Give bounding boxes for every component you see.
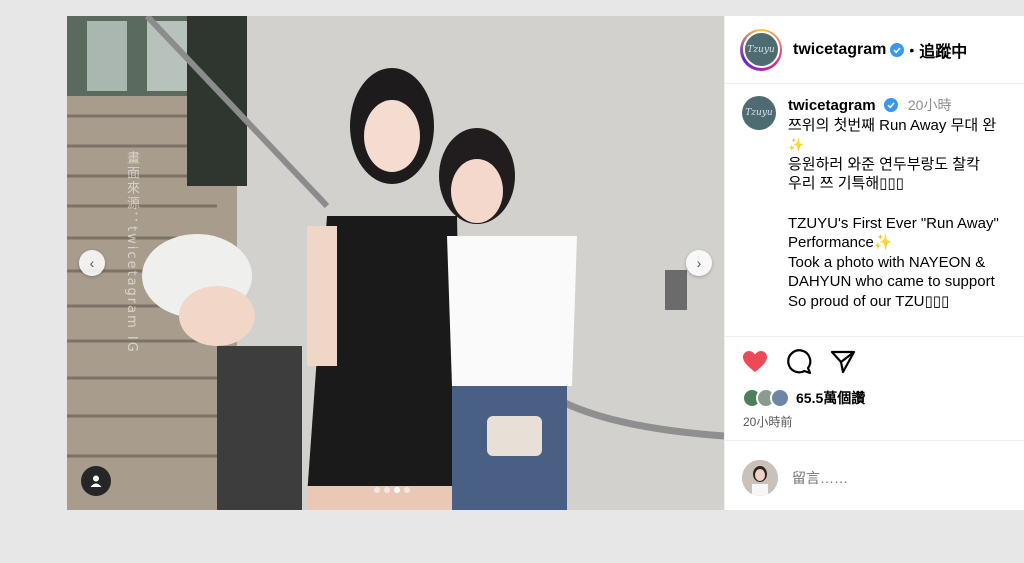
caption-line: ✨ <box>788 137 805 153</box>
current-user-avatar <box>742 460 778 496</box>
caption-line: DAHYUN who came to support <box>788 273 995 291</box>
caption-line: 우리 쯔 기특해▯▯▯ <box>788 175 904 193</box>
carousel-dot <box>404 487 410 493</box>
caption-line: Performance✨ <box>788 234 893 252</box>
tagged-users-button[interactable] <box>81 466 111 496</box>
header-username[interactable]: twicetagram <box>793 41 886 59</box>
image-watermark: 畫面來源：twicetagram IG <box>124 151 139 354</box>
carousel-dot <box>374 487 380 493</box>
caption-line <box>788 194 1024 214</box>
caption-line: 쯔위의 첫번째 Run Away 무대 완 <box>788 116 997 134</box>
post-actions <box>742 349 856 375</box>
liker-avatar <box>770 388 790 408</box>
avatar-photo <box>742 460 778 496</box>
caption-username[interactable]: twicetagram <box>788 97 876 114</box>
likes-count[interactable]: 65.5萬個讚 <box>796 388 865 408</box>
story-ring[interactable]: Tzuyu <box>740 28 782 71</box>
carousel-dot-active <box>394 487 400 493</box>
chevron-left-icon: ‹ <box>89 255 95 271</box>
header-separator: • <box>909 41 915 58</box>
chevron-right-icon: › <box>696 255 702 271</box>
post-image <box>67 16 724 510</box>
following-button[interactable]: 追蹤中 <box>919 38 967 62</box>
previous-photo-button[interactable]: ‹ <box>79 250 105 276</box>
comment-bar <box>742 460 992 496</box>
comment-icon[interactable] <box>786 349 812 375</box>
caption-avatar[interactable]: Tzuyu <box>742 96 776 130</box>
caption-line: So proud of our TZU▯▯▯ <box>788 292 950 310</box>
next-photo-button[interactable]: › <box>686 250 712 276</box>
post-timestamp: 20小時前 <box>743 415 793 429</box>
verified-badge-icon <box>883 98 898 112</box>
share-icon[interactable] <box>830 350 856 374</box>
caption-line: Took a photo with NAYEON & <box>788 253 986 271</box>
user-icon <box>90 475 102 487</box>
heart-icon[interactable] <box>742 350 768 374</box>
carousel-indicator <box>374 487 410 493</box>
likes-row[interactable]: 65.5萬個讚 <box>742 388 865 408</box>
divider <box>725 336 1024 337</box>
avatar: Tzuyu <box>742 31 780 68</box>
post-side-panel: Tzuyu twicetagram • 追蹤中 Tzuyu twicetagra… <box>724 16 1024 510</box>
post-photo[interactable]: 畫面來源：twicetagram IG <box>67 16 724 510</box>
comment-input[interactable] <box>792 470 992 486</box>
divider <box>725 440 1024 441</box>
post-caption: Tzuyu twicetagram 20小時 쯔위의 첫번째 Run Away … <box>742 96 1024 312</box>
carousel-dot <box>384 487 390 493</box>
verified-badge-icon <box>890 42 905 57</box>
caption-line: TZUYU's First Ever "Run Away" <box>788 214 999 232</box>
caption-body: twicetagram 20小時 쯔위의 첫번째 Run Away 무대 완 ✨… <box>788 96 1024 312</box>
caption-time: 20小時 <box>907 97 952 113</box>
post-header: Tzuyu twicetagram • 追蹤中 <box>725 16 1024 84</box>
caption-line: 응원하러 와준 연두부랑도 찰칵 <box>788 155 980 173</box>
